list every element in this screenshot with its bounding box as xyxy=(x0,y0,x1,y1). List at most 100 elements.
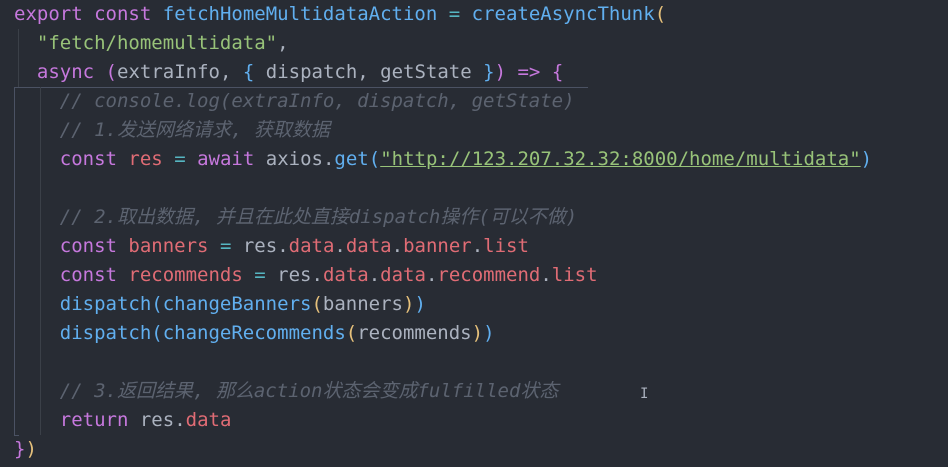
code-line[interactable]: dispatch(changeBanners(banners)) xyxy=(14,290,426,319)
code-token: ( xyxy=(654,3,667,25)
code-line[interactable]: return res.data xyxy=(14,406,232,435)
code-token: data xyxy=(185,409,232,431)
code-line[interactable]: export const fetchHomeMultidataAction = … xyxy=(14,0,666,29)
code-token: ( xyxy=(368,148,381,170)
code-token: ( xyxy=(105,61,117,83)
code-token: . xyxy=(322,148,335,170)
code-line[interactable]: // 3.返回结果, 那么action状态会变成fulfilled状态 xyxy=(14,377,559,406)
code-token: . xyxy=(471,235,484,257)
code-token: res xyxy=(242,235,278,257)
code-token: res xyxy=(277,264,312,286)
code-token: ( xyxy=(151,293,163,315)
code-line[interactable]: // console.log(extraInfo, dispatch, getS… xyxy=(14,87,575,116)
code-token: async xyxy=(36,61,95,83)
code-token: dispatch xyxy=(59,293,152,315)
code-token: changeBanners xyxy=(162,293,312,315)
code-token: get xyxy=(334,148,369,170)
code-token: ) xyxy=(494,61,507,83)
code-token: . xyxy=(174,409,186,431)
code-line[interactable]: // 2.取出数据, 并且在此处直接dispatch操作(可以不做) xyxy=(14,203,577,232)
code-line[interactable]: const res = await axios.get("http://123.… xyxy=(14,145,872,174)
code-token: data xyxy=(322,264,369,286)
code-token: recommend xyxy=(437,264,541,286)
code-token: ) xyxy=(483,322,495,344)
code-token: . xyxy=(368,264,381,286)
code-token: { xyxy=(551,61,564,83)
code-token: getState xyxy=(380,61,472,83)
code-token: . xyxy=(311,264,323,286)
code-token: // 1.发送网络请求, 获取数据 xyxy=(59,119,330,141)
code-token: fetchHomeMultidataAction xyxy=(162,3,438,25)
code-token: = xyxy=(174,148,186,170)
code-token: // 2.取出数据, 并且在此处直接dispatch操作(可以不做) xyxy=(59,206,578,228)
code-token: recommends xyxy=(357,322,472,344)
code-token: . xyxy=(391,235,404,257)
code-line[interactable]: const banners = res.data.data.banner.lis… xyxy=(14,232,529,261)
code-line[interactable]: // 1.发送网络请求, 获取数据 xyxy=(14,116,330,145)
code-token: // console.log(extraInfo, dispatch, getS… xyxy=(59,90,575,112)
text-cursor-icon: I xyxy=(640,386,649,402)
code-token: // 3.返回结果, 那么action状态会变成fulfilled状态 xyxy=(59,380,559,402)
code-token: ( xyxy=(151,322,163,344)
code-token: const xyxy=(59,148,117,170)
code-token: ) xyxy=(414,293,426,315)
code-token: res xyxy=(139,409,175,431)
code-line[interactable]: "fetch/homemultidata", xyxy=(14,29,289,58)
code-token: "http://123.207.32.32:8000/home/multidat… xyxy=(380,148,861,170)
code-token: const xyxy=(59,264,117,286)
code-token: list xyxy=(551,264,598,286)
code-editor[interactable]: export const fetchHomeMultidataAction = … xyxy=(0,0,948,467)
code-token: { xyxy=(242,61,255,83)
code-token: dispatch xyxy=(265,61,358,83)
code-token: = xyxy=(254,264,266,286)
code-line[interactable]: const recommends = res.data.data.recomme… xyxy=(14,261,598,290)
code-token: } xyxy=(483,61,495,83)
code-token: , xyxy=(357,61,381,83)
code-token: res xyxy=(128,148,163,170)
code-token: . xyxy=(277,235,289,257)
code-token: data xyxy=(380,264,426,286)
code-token: ( xyxy=(311,293,323,315)
code-token: , xyxy=(277,32,289,54)
code-token: ) xyxy=(25,438,37,460)
code-token: => xyxy=(517,61,541,83)
code-line[interactable]: }) xyxy=(14,435,37,464)
code-line[interactable]: async (extraInfo, { dispatch, getState }… xyxy=(14,58,563,87)
code-token: data xyxy=(345,235,392,257)
code-token: createAsyncThunk xyxy=(471,3,655,25)
code-line[interactable]: dispatch(changeRecommends(recommends)) xyxy=(14,319,495,348)
code-token: axios xyxy=(265,148,323,170)
code-token: = xyxy=(448,3,461,25)
code-token: changeRecommends xyxy=(162,322,346,344)
code-token: ( xyxy=(345,322,358,344)
code-token: ) xyxy=(860,148,873,170)
code-token: banner xyxy=(403,235,472,257)
